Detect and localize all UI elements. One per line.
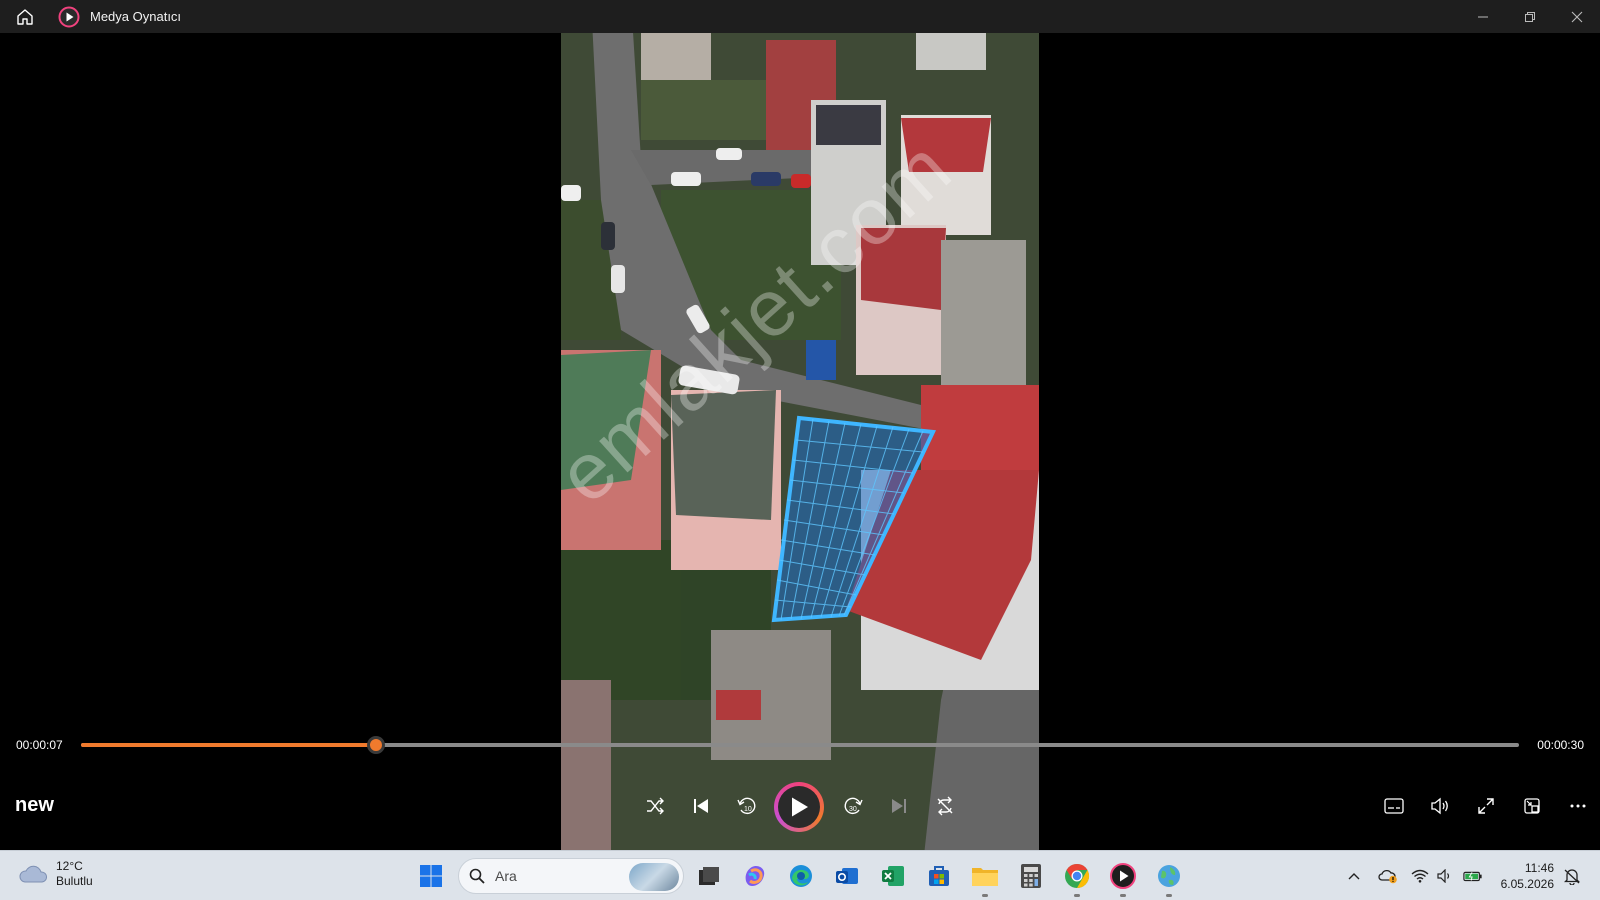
skip-forward-icon bbox=[892, 799, 906, 813]
wifi-icon bbox=[1411, 869, 1429, 883]
edge-button[interactable] bbox=[785, 860, 817, 892]
volume-icon bbox=[1431, 797, 1448, 815]
media-player-taskbar-button[interactable] bbox=[1107, 860, 1139, 897]
forward-30-icon: 30 bbox=[844, 797, 863, 815]
home-button[interactable] bbox=[5, 0, 45, 33]
cloud-icon bbox=[19, 865, 48, 883]
more-options-button[interactable] bbox=[1560, 788, 1596, 824]
clock-time: 11:46 bbox=[1524, 861, 1554, 875]
bell-icon bbox=[1564, 869, 1580, 885]
chrome-icon bbox=[1065, 864, 1090, 888]
outlook-button[interactable] bbox=[831, 860, 863, 892]
play-button[interactable] bbox=[774, 782, 824, 832]
volume-button[interactable] bbox=[1422, 788, 1458, 824]
clock-date: 6.05.2026 bbox=[1500, 877, 1554, 891]
file-explorer-button[interactable] bbox=[969, 860, 1001, 897]
show-hidden-icons-button[interactable] bbox=[1344, 866, 1364, 886]
chevron-up-icon bbox=[1348, 873, 1360, 880]
search-highlight-image bbox=[629, 863, 679, 891]
total-time: 00:00:30 bbox=[1537, 738, 1584, 752]
globe-app-icon bbox=[1158, 865, 1180, 887]
outlook-icon bbox=[836, 868, 858, 884]
weather-description: Bulutlu bbox=[56, 874, 93, 888]
taskbar-search[interactable]: Ara bbox=[458, 858, 684, 894]
previous-button[interactable] bbox=[683, 788, 719, 824]
file-explorer-icon bbox=[972, 868, 998, 886]
title-bar: Medya Oynatıcı bbox=[0, 0, 1600, 33]
battery-charging-icon bbox=[1463, 871, 1482, 882]
rewind-10-icon: 10 bbox=[737, 797, 756, 815]
calculator-button[interactable] bbox=[1015, 860, 1047, 892]
shuffle-button[interactable] bbox=[637, 788, 673, 824]
speaker-icon bbox=[1437, 869, 1450, 883]
copilot-button[interactable] bbox=[739, 860, 771, 892]
volume-status[interactable] bbox=[1435, 866, 1455, 886]
subtitles-icon bbox=[1384, 798, 1404, 814]
battery-status[interactable] bbox=[1463, 866, 1483, 886]
copilot-icon bbox=[745, 866, 765, 886]
aerial-video-image bbox=[561, 0, 1039, 883]
shuffle-icon bbox=[647, 797, 664, 815]
search-icon bbox=[469, 868, 485, 884]
window-controls bbox=[1459, 0, 1600, 33]
cloud-warning-icon bbox=[1378, 869, 1397, 884]
home-icon bbox=[17, 8, 33, 25]
minimize-button[interactable] bbox=[1459, 0, 1506, 33]
seek-thumb[interactable] bbox=[366, 736, 385, 754]
more-icon bbox=[1570, 804, 1586, 808]
play-icon bbox=[792, 797, 808, 817]
task-view-button[interactable] bbox=[693, 860, 725, 892]
wifi-status[interactable] bbox=[1410, 866, 1430, 886]
close-icon bbox=[1571, 11, 1582, 22]
fullscreen-icon bbox=[1478, 798, 1494, 814]
repeat-button[interactable] bbox=[927, 788, 963, 824]
restore-button[interactable] bbox=[1506, 0, 1553, 33]
notifications-button[interactable] bbox=[1562, 866, 1582, 886]
seek-progress bbox=[81, 743, 376, 747]
current-time: 00:00:07 bbox=[16, 738, 63, 752]
globe-app-button[interactable] bbox=[1153, 860, 1185, 897]
rewind-10-button[interactable]: 10 bbox=[729, 788, 765, 824]
windows-start-icon bbox=[420, 865, 442, 887]
system-clock[interactable]: 11:46 6.05.2026 bbox=[1501, 860, 1554, 892]
store-icon bbox=[929, 866, 949, 886]
store-button[interactable] bbox=[923, 860, 955, 892]
fullscreen-button[interactable] bbox=[1468, 788, 1504, 824]
task-view-icon bbox=[699, 867, 719, 885]
weather-widget[interactable]: 12°C Bulutlu bbox=[18, 859, 93, 889]
repeat-off-icon bbox=[937, 796, 953, 816]
media-player-app-icon bbox=[58, 6, 80, 28]
media-player-icon bbox=[1110, 863, 1136, 889]
mini-player-button[interactable] bbox=[1514, 788, 1550, 824]
restore-icon bbox=[1524, 11, 1535, 22]
subtitles-button[interactable] bbox=[1376, 788, 1412, 824]
taskbar: 12°C Bulutlu Ara 11:46 6.05.2026 bbox=[0, 850, 1600, 900]
weather-temperature: 12°C bbox=[56, 859, 83, 873]
edge-icon bbox=[790, 865, 812, 887]
window-title: Medya Oynatıcı bbox=[90, 9, 182, 24]
skip-back-icon bbox=[694, 799, 708, 813]
search-placeholder: Ara bbox=[495, 868, 517, 884]
start-button[interactable] bbox=[415, 860, 447, 892]
mini-player-icon bbox=[1524, 798, 1540, 814]
video-frame bbox=[561, 0, 1039, 883]
excel-icon bbox=[882, 866, 904, 886]
close-button[interactable] bbox=[1553, 0, 1600, 33]
calculator-icon bbox=[1021, 864, 1041, 888]
seek-bar[interactable] bbox=[81, 736, 1519, 754]
excel-button[interactable] bbox=[877, 860, 909, 892]
svg-text:30: 30 bbox=[849, 806, 857, 813]
forward-30-button[interactable]: 30 bbox=[835, 788, 871, 824]
minimize-icon bbox=[1477, 16, 1488, 17]
svg-text:10: 10 bbox=[744, 806, 752, 813]
video-stage[interactable]: emlakjet.com bbox=[0, 0, 1600, 883]
next-button[interactable] bbox=[881, 788, 917, 824]
onedrive-status[interactable] bbox=[1378, 866, 1398, 886]
chrome-button[interactable] bbox=[1061, 860, 1093, 897]
